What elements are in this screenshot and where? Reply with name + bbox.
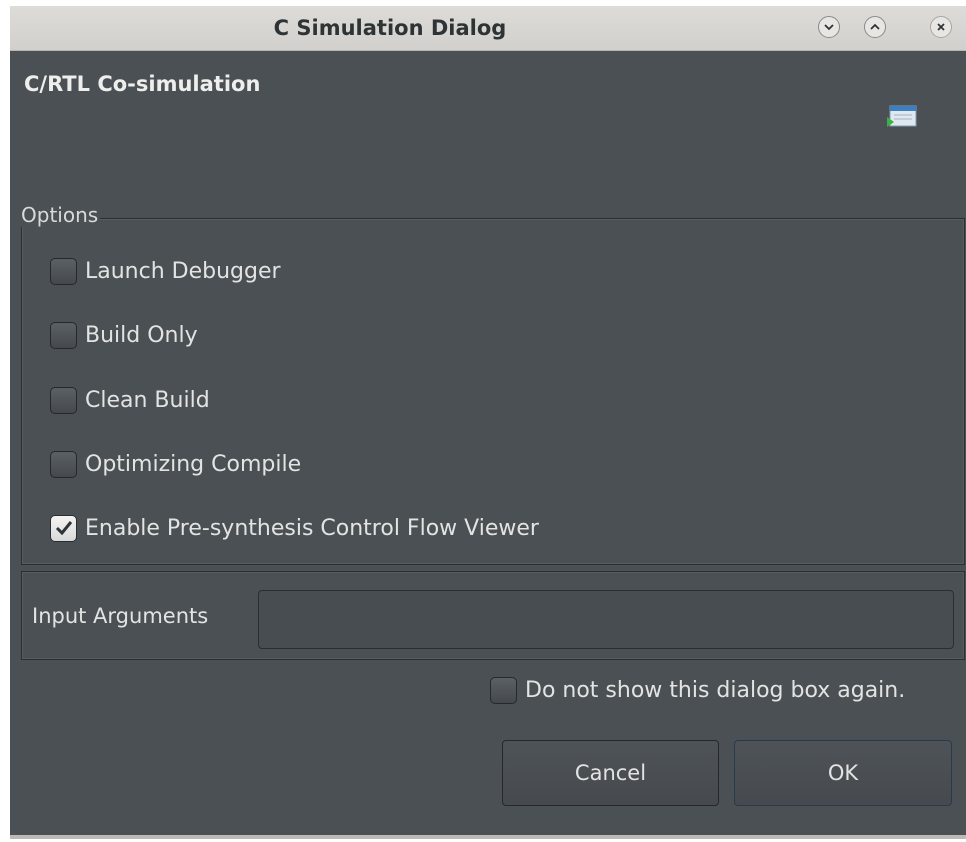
chevron-down-icon: [824, 24, 834, 31]
close-button[interactable]: [930, 16, 952, 38]
option-label: Clean Build: [85, 387, 210, 413]
ok-button[interactable]: OK: [734, 740, 952, 806]
simulation-dialog: C Simulation Dialog C/RTL Co-simulation …: [10, 6, 966, 839]
option-build-only[interactable]: Build Only: [50, 319, 198, 351]
option-label: Optimizing Compile: [85, 451, 302, 477]
input-arguments-field[interactable]: [258, 590, 954, 649]
checkmark-icon: [55, 521, 72, 536]
launch-debugger-checkbox[interactable]: [50, 257, 77, 285]
option-enable-cfv[interactable]: Enable Pre-synthesis Control Flow Viewer: [50, 512, 539, 544]
option-label: Build Only: [85, 322, 198, 348]
build-only-checkbox[interactable]: [50, 321, 77, 349]
title-bar[interactable]: C Simulation Dialog: [10, 6, 966, 51]
minimize-button[interactable]: [818, 16, 840, 38]
dont-show-again-label: Do not show this dialog box again.: [525, 677, 906, 703]
option-optimizing-compile[interactable]: Optimizing Compile: [50, 448, 301, 480]
option-label: Enable Pre-synthesis Control Flow Viewer: [85, 515, 539, 541]
close-icon: [937, 23, 945, 31]
window-bottom-edge: [10, 835, 966, 839]
chevron-up-icon: [870, 23, 880, 30]
window-title: C Simulation Dialog: [273, 16, 507, 40]
options-legend: Options: [21, 203, 101, 227]
maximize-button[interactable]: [864, 16, 886, 38]
option-clean-build[interactable]: Clean Build: [50, 384, 210, 416]
enable-cfv-checkbox[interactable]: [50, 514, 77, 542]
dialog-heading: C/RTL Co-simulation: [24, 72, 261, 96]
cancel-button[interactable]: Cancel: [502, 740, 719, 806]
dont-show-again-option[interactable]: Do not show this dialog box again.: [490, 674, 905, 706]
optimizing-compile-checkbox[interactable]: [50, 450, 77, 478]
option-label: Launch Debugger: [85, 258, 281, 284]
dont-show-again-checkbox[interactable]: [490, 676, 517, 704]
simulation-window-icon: [887, 105, 917, 127]
clean-build-checkbox[interactable]: [50, 386, 77, 414]
option-launch-debugger[interactable]: Launch Debugger: [50, 255, 281, 287]
input-arguments-label: Input Arguments: [32, 604, 209, 628]
